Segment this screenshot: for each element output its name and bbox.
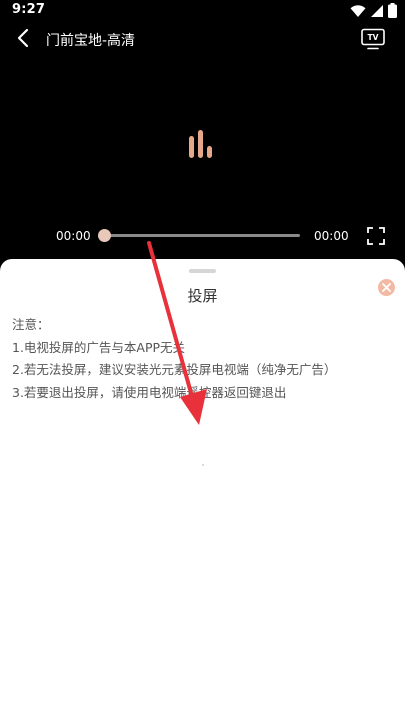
progress-bar[interactable] <box>98 229 300 242</box>
status-icons <box>350 3 397 18</box>
video-title: 门前宝地-高清 <box>46 33 136 49</box>
cast-sheet: 投屏 注意： 1.电视投屏的广告与本APP无关 2.若无法投屏，建议安装光元素投… <box>0 259 405 720</box>
loading-bar <box>189 136 194 158</box>
close-icon <box>382 283 391 292</box>
battery-icon <box>388 3 397 18</box>
notice-item: 2.若无法投屏，建议安装光元素投屏电视端（纯净无广告） <box>12 362 337 377</box>
status-bar: 9:27 <box>0 0 405 24</box>
notice-text: 注意： 1.电视投屏的广告与本APP无关 2.若无法投屏，建议安装光元素投屏电视… <box>12 314 397 404</box>
fullscreen-icon[interactable] <box>366 226 386 246</box>
notice-item: 3.若要退出投屏，请使用电视端遥控器返回键退出 <box>12 384 287 400</box>
wifi-icon <box>350 4 366 17</box>
loading-indicator <box>188 130 218 158</box>
back-arrow-icon[interactable] <box>14 28 34 48</box>
loading-bar <box>198 130 203 158</box>
playback-controls: 00:00 00:00 <box>0 222 405 250</box>
tv-icon-label: TV <box>368 33 379 42</box>
current-time: 00:00 <box>56 229 91 243</box>
progress-thumb[interactable] <box>98 229 111 242</box>
close-button[interactable] <box>378 279 395 296</box>
loading-bar <box>207 146 212 158</box>
total-time: 00:00 <box>314 229 349 243</box>
notice-heading: 注意： <box>12 317 50 332</box>
sheet-title: 投屏 <box>187 287 218 305</box>
signal-icon <box>371 4 383 17</box>
player-header: 门前宝地-高清 TV <box>0 24 405 56</box>
notice-item: 1.电视投屏的广告与本APP无关 <box>12 339 186 355</box>
tv-cast-icon[interactable]: TV <box>361 28 385 50</box>
drag-handle[interactable] <box>189 269 216 273</box>
loading-dot <box>202 464 204 466</box>
status-time: 9:27 <box>12 2 46 17</box>
